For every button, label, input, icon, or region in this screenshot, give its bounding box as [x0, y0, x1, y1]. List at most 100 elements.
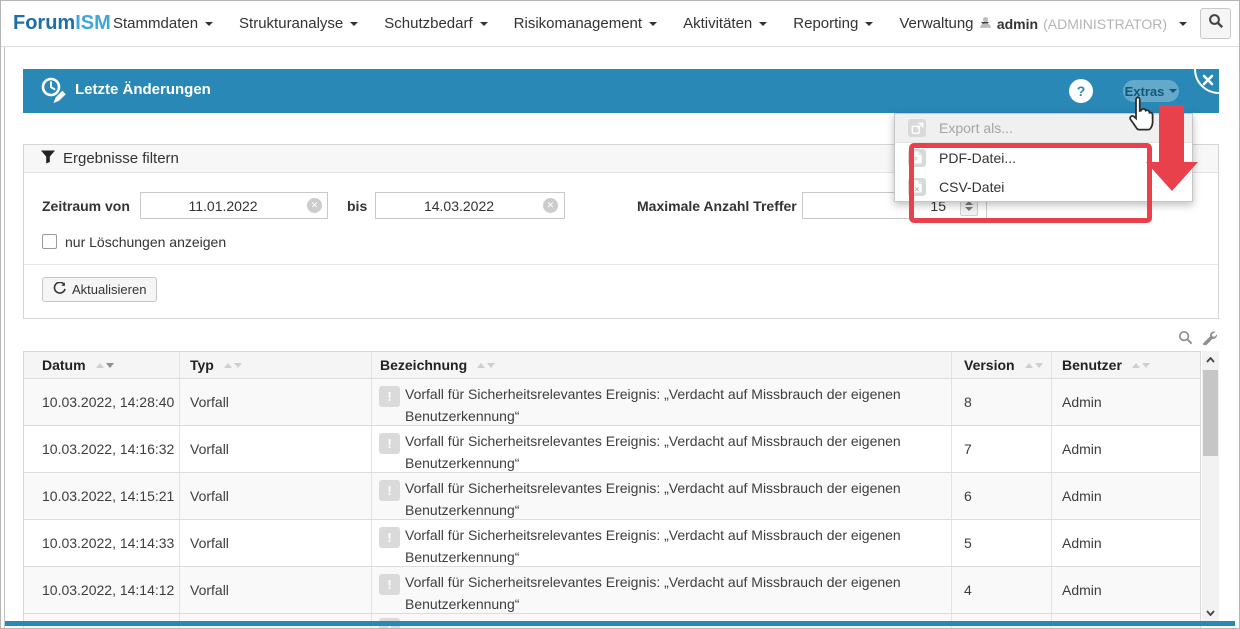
column-label: Benutzer [1062, 357, 1122, 373]
spinner-down-icon[interactable] [965, 207, 973, 211]
annotation-arrow [1159, 105, 1184, 163]
panel-header: Letzte Änderungen ? Extras [23, 69, 1219, 113]
cell-typ: Vorfall [180, 426, 372, 472]
table-row[interactable]: 10.03.2022, 14:14:33Vorfall!Vorfall für … [24, 520, 1200, 567]
bis-label: bis [347, 198, 367, 214]
cell-bezeichnung: !Vorfall für Sicherheitsrelevantes Ereig… [372, 426, 952, 472]
table-row[interactable]: 10.03.2022, 14:28:40Vorfall!Vorfall für … [24, 379, 1200, 426]
max-treffer-label: Maximale Anzahl Treffer [637, 198, 797, 214]
annotation-arrow-head [1146, 162, 1198, 191]
bezeichnung-text: Vorfall für Sicherheitsrelevantes Ereign… [405, 527, 901, 565]
column-header-version[interactable]: Version [952, 352, 1052, 378]
alert-icon: ! [379, 480, 400, 501]
search-button[interactable] [1200, 8, 1231, 39]
nav-item-stammdaten[interactable]: Stammdaten [113, 15, 213, 32]
user-role: (ADMINISTRATOR) [1043, 16, 1167, 32]
pdf-file-icon: P [908, 149, 926, 167]
results-table: Datum Typ Bezeichnung Version Benutzer 10.03… [23, 351, 1201, 628]
nav-item-label: Reporting [793, 15, 858, 32]
sort-icons [96, 363, 114, 368]
nav-item-label: Aktivitäten [683, 15, 752, 32]
csv-file-icon [908, 178, 926, 196]
loeschungen-checkbox[interactable] [42, 234, 57, 249]
close-button[interactable] [1181, 69, 1219, 107]
nav-item-label: Risikomanagement [514, 15, 642, 32]
column-label: Typ [190, 357, 214, 373]
divider [24, 264, 1218, 265]
user-icon [979, 16, 992, 32]
history-edit-icon [39, 76, 71, 111]
cell-benutzer: Admin [1052, 379, 1200, 425]
cell-datum: 10.03.2022, 14:14:12 [24, 567, 180, 613]
vertical-scrollbar[interactable] [1202, 351, 1219, 621]
table-row[interactable]: 10.03.2022, 14:14:12Vorfall!Vorfall für … [24, 567, 1200, 614]
nav-item-reporting[interactable]: Reporting [793, 15, 873, 32]
alert-icon: ! [379, 527, 400, 548]
table-row[interactable]: 10.03.2022, 14:15:21Vorfall!Vorfall für … [24, 473, 1200, 520]
column-header-datum[interactable]: Datum [24, 352, 180, 378]
menu-item-label: PDF-Datei... [939, 150, 1016, 166]
chevron-down-icon [1179, 22, 1187, 26]
scrollbar-thumb[interactable] [1203, 370, 1218, 456]
help-button[interactable]: ? [1069, 79, 1093, 103]
nav-item-label: Stammdaten [113, 15, 198, 32]
date-from-input[interactable] [140, 192, 328, 219]
cell-bezeichnung: !Vorfall für Sicherheitsrelevantes Ereig… [372, 567, 952, 613]
bezeichnung-text: Vorfall für Sicherheitsrelevantes Ereign… [405, 386, 901, 424]
nav-item-verwaltung[interactable]: Verwaltung [899, 15, 988, 32]
chevron-down-icon [1169, 89, 1177, 93]
cell-version: 7 [952, 426, 1052, 472]
nav-item-aktivitäten[interactable]: Aktivitäten [683, 15, 767, 32]
chevron-down-icon [205, 22, 213, 26]
nav-item-label: Schutzbedarf [384, 15, 472, 32]
column-label: Bezeichnung [380, 357, 467, 373]
cell-version: 4 [952, 567, 1052, 613]
column-label: Version [964, 357, 1015, 373]
nav-item-risikomanagement[interactable]: Risikomanagement [514, 15, 657, 32]
export-icon [908, 119, 926, 137]
nav-item-strukturanalyse[interactable]: Strukturanalyse [239, 15, 358, 32]
table-settings-wrench-icon[interactable] [1202, 330, 1217, 350]
table-search-icon[interactable] [1178, 330, 1193, 350]
cell-benutzer: Admin [1052, 426, 1200, 472]
bezeichnung-text: Vorfall für Sicherheitsrelevantes Ereign… [405, 433, 901, 471]
chevron-down-icon [350, 22, 358, 26]
sort-icons [1025, 363, 1043, 368]
aktualisieren-button[interactable]: Aktualisieren [42, 277, 157, 302]
user-menu[interactable]: admin (ADMINISTRATOR) [979, 1, 1187, 46]
clear-date-from-icon[interactable]: ✕ [307, 198, 322, 213]
column-header-benutzer[interactable]: Benutzer [1052, 352, 1200, 378]
panel-bottom-border [5, 621, 1235, 626]
cell-typ: Vorfall [180, 473, 372, 519]
cell-version: 5 [952, 520, 1052, 566]
cell-version: 8 [952, 379, 1052, 425]
scroll-down-button[interactable] [1202, 604, 1219, 621]
table-row[interactable]: 10.03.2022, 14:16:32Vorfall!Vorfall für … [24, 426, 1200, 473]
column-header-bezeichnung[interactable]: Bezeichnung [372, 352, 952, 378]
cell-benutzer: Admin [1052, 567, 1200, 613]
top-navbar: ForumISM Stammdaten Strukturanalyse Schutz… [1, 1, 1239, 47]
scroll-up-button[interactable] [1202, 351, 1219, 368]
close-icon [1204, 76, 1212, 84]
cell-datum: 10.03.2022, 14:15:21 [24, 473, 180, 519]
filter-panel-title: Ergebnisse filtern [63, 150, 179, 167]
bezeichnung-text: Vorfall für Sicherheitsrelevantes Ereign… [405, 480, 901, 518]
cell-bezeichnung: !Vorfall für Sicherheitsrelevantes Ereig… [372, 379, 952, 425]
sort-icons [1132, 363, 1150, 368]
cursor-hand-icon [1126, 95, 1156, 138]
table-header-row: Datum Typ Bezeichnung Version Benutzer [24, 352, 1200, 379]
aktualisieren-button-label: Aktualisieren [72, 282, 146, 297]
logo-part-forum: Forum [13, 12, 75, 34]
chevron-down-icon [649, 22, 657, 26]
cell-datum: 10.03.2022, 14:14:33 [24, 520, 180, 566]
search-icon [1208, 13, 1224, 34]
app-logo[interactable]: ForumISM [13, 12, 111, 35]
nav-item-schutzbedarf[interactable]: Schutzbedarf [384, 15, 487, 32]
clear-date-to-icon[interactable]: ✕ [543, 198, 558, 213]
cell-typ: Vorfall [180, 567, 372, 613]
user-name: admin [997, 16, 1038, 32]
alert-icon: ! [379, 433, 400, 454]
nav-item-label: Verwaltung [899, 15, 973, 32]
column-header-typ[interactable]: Typ [180, 352, 372, 378]
date-to-input[interactable] [375, 192, 565, 219]
